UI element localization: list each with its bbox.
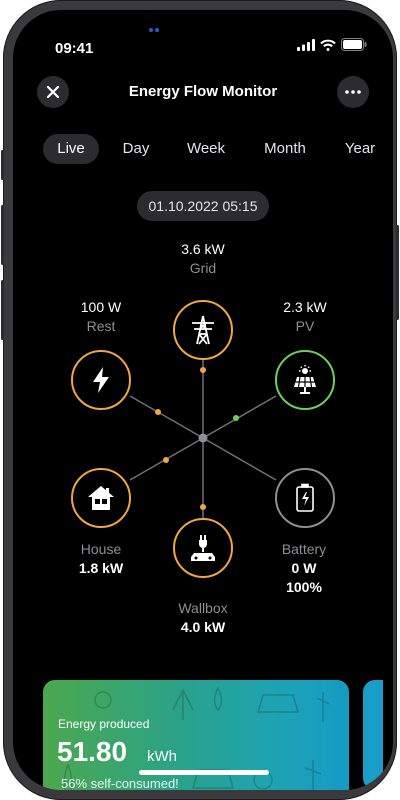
ev-charger-icon xyxy=(191,535,215,561)
volume-down-button xyxy=(1,280,4,340)
house-name: House xyxy=(80,541,122,557)
pv-value: 2.3 kW xyxy=(283,299,327,315)
house-node[interactable] xyxy=(71,468,131,528)
grid-name: Grid xyxy=(189,260,217,276)
battery-node[interactable] xyxy=(275,468,335,528)
rest-name: Rest xyxy=(86,318,116,334)
next-card-peek[interactable] xyxy=(363,680,383,790)
mute-switch xyxy=(1,150,4,180)
flow-center-dot xyxy=(198,433,208,443)
rest-label: 100 W Rest xyxy=(53,298,149,336)
home-indicator[interactable] xyxy=(139,770,269,775)
flow-line-pv xyxy=(202,395,277,439)
rest-value: 100 W xyxy=(80,299,122,315)
flow-particle-rest xyxy=(155,409,161,415)
rest-node[interactable] xyxy=(71,350,131,410)
pv-name: PV xyxy=(295,318,315,334)
card-subtext: 56% self-consumed! xyxy=(61,776,179,790)
flow-line-rest xyxy=(129,395,204,439)
house-value: 1.8 kW xyxy=(78,560,124,576)
house-icon xyxy=(88,486,114,510)
solar-panel-icon xyxy=(294,365,316,394)
lightning-icon xyxy=(93,367,109,393)
flow-particle-grid xyxy=(200,367,206,373)
sun-icon xyxy=(94,691,112,709)
grid-label: 3.6 kW Grid xyxy=(153,240,253,278)
power-tower-icon xyxy=(192,315,214,345)
drop-icon xyxy=(213,686,223,712)
app-screen: 09:41 Energy Flow Monitor Live Day Week … xyxy=(13,10,393,790)
battery-charging-icon xyxy=(296,483,314,512)
phone-frame: 09:41 Energy Flow Monitor Live Day Week … xyxy=(1,0,399,800)
grid-value: 3.6 kW xyxy=(181,241,225,257)
card-label: Energy produced xyxy=(58,717,150,731)
pv-label: 2.3 kW PV xyxy=(257,298,353,336)
wallbox-name: Wallbox xyxy=(178,600,228,616)
card-unit: kWh xyxy=(147,748,177,765)
battery-name: Battery xyxy=(281,541,327,557)
grid-node[interactable] xyxy=(173,300,233,360)
flow-line-battery xyxy=(202,437,277,481)
battery-percent: 100% xyxy=(286,579,322,595)
battery-value: 0 W xyxy=(291,560,317,576)
solar-panel-icon xyxy=(256,694,300,713)
wind-turbine-icon xyxy=(304,760,322,790)
volume-up-button xyxy=(1,205,4,265)
battery-label: Battery 0 W 100% xyxy=(254,540,354,597)
wallbox-label: Wallbox 4.0 kW xyxy=(153,599,253,637)
wallbox-value: 4.0 kW xyxy=(180,619,226,635)
flow-particle-house xyxy=(163,457,169,463)
wind-turbine-icon xyxy=(172,688,194,720)
wind-turbine-icon xyxy=(316,692,330,722)
wallbox-node[interactable] xyxy=(173,518,233,578)
house-label: House 1.8 kW xyxy=(51,540,151,578)
card-value: 51.80 xyxy=(57,736,128,767)
flow-particle-pv xyxy=(233,415,239,421)
flow-particle-wallbox xyxy=(200,504,206,510)
flow-diagram xyxy=(129,355,277,521)
pv-node[interactable] xyxy=(275,350,335,410)
power-button xyxy=(396,225,399,320)
